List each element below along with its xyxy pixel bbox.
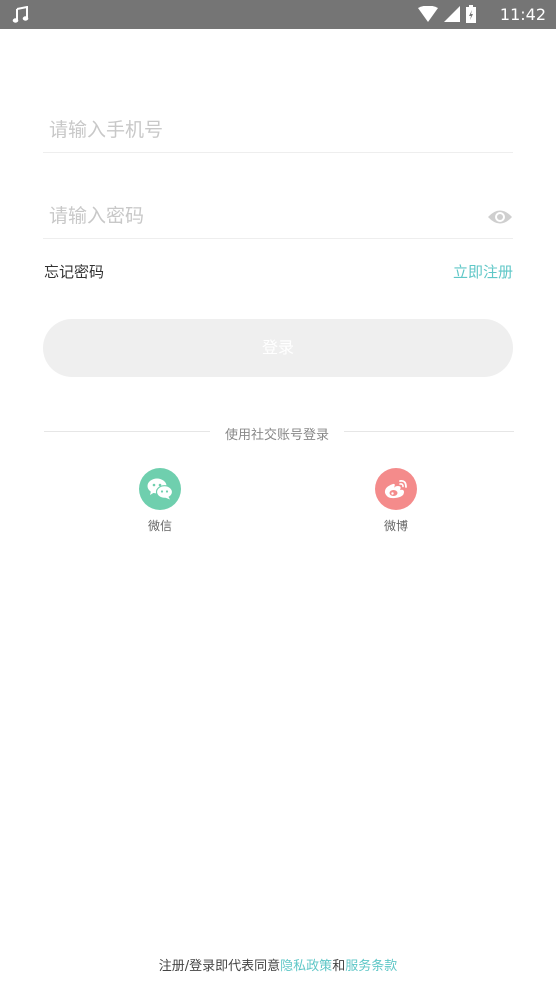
phone-input[interactable] — [43, 112, 475, 148]
status-time: 11:42 — [499, 5, 546, 24]
weibo-icon-circle[interactable] — [375, 468, 417, 510]
wechat-label: 微信 — [147, 519, 172, 533]
password-field — [43, 198, 513, 239]
agreement-text: 注册/登录即代表同意隐私政策和服务条款 — [0, 955, 556, 974]
password-input[interactable] — [43, 198, 475, 234]
agreement-and: 和 — [332, 959, 346, 974]
music-note-icon — [12, 6, 29, 23]
social-login-caption: 使用社交账号登录 — [224, 428, 329, 443]
weibo-label: 微博 — [383, 519, 408, 533]
status-bar: 11:42 — [0, 0, 556, 29]
wechat-icon-circle[interactable] — [139, 468, 181, 510]
privacy-policy-link[interactable]: 隐私政策 — [280, 959, 332, 974]
terms-of-service-link[interactable]: 服务条款 — [345, 959, 397, 974]
divider-right — [344, 431, 514, 432]
wechat-login-button[interactable]: 微信 — [130, 468, 190, 534]
agreement-prefix: 注册/登录即代表同意 — [158, 959, 281, 974]
login-button[interactable]: 登录 — [43, 319, 513, 377]
signal-icon — [444, 6, 460, 22]
wifi-icon — [418, 6, 438, 22]
divider-left — [44, 431, 210, 432]
phone-field — [43, 112, 513, 153]
battery-icon — [466, 5, 476, 23]
register-link[interactable]: 立即注册 — [453, 261, 513, 282]
wechat-icon — [147, 478, 173, 500]
system-icons — [418, 5, 476, 23]
weibo-login-button[interactable]: 微博 — [366, 468, 426, 534]
eye-icon[interactable] — [487, 208, 513, 226]
forgot-password-link[interactable]: 忘记密码 — [44, 261, 104, 282]
weibo-icon — [384, 479, 407, 499]
